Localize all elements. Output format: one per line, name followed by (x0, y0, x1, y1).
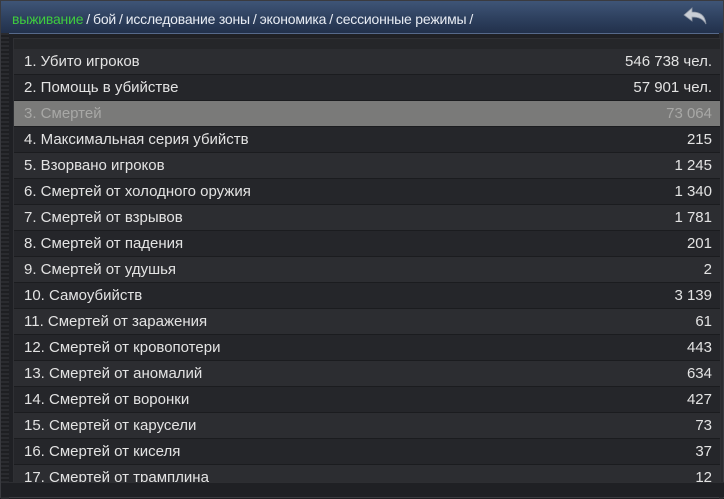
category-tabs: выживание / бой / исследование зоны / экономик… (12, 11, 476, 27)
tab-0[interactable]: выживание (12, 11, 83, 27)
stat-row[interactable]: 15. Смертей от карусели 73 (14, 413, 720, 439)
stat-value: 201 (686, 235, 712, 252)
stats-list[interactable]: 1. Убито игроков 546 738 чел. 2. Помощь в … (13, 38, 721, 486)
stat-value: 443 (686, 339, 712, 356)
stat-value: 2 (703, 261, 712, 278)
stat-row[interactable]: 6. Смертей от холодного оружия 1 340 (14, 179, 720, 205)
tab-separator: / (119, 11, 123, 27)
stat-label: 15. Смертей от карусели (24, 417, 197, 434)
stat-value: 215 (686, 131, 712, 148)
stat-row[interactable]: 9. Смертей от удушья 2 (14, 257, 720, 283)
stat-value: 634 (686, 365, 712, 382)
stats-window: выживание / бой / исследование зоны / экономик… (0, 0, 724, 499)
stat-label: 1. Убито игроков (24, 53, 140, 70)
tab-3[interactable]: экономика (260, 11, 327, 27)
stat-value: 427 (686, 391, 712, 408)
stat-label: 2. Помощь в убийстве (24, 79, 179, 96)
stat-label: 16. Смертей от киселя (24, 443, 181, 460)
stat-label: 6. Смертей от холодного оружия (24, 183, 251, 200)
tab-separator: / (329, 11, 333, 27)
stat-value: 1 340 (674, 183, 712, 200)
stat-row[interactable]: 3. Смертей 73 064 (14, 101, 720, 127)
stat-row[interactable]: 11. Смертей от заражения 61 (14, 309, 720, 335)
tab-separator: / (86, 11, 90, 27)
stat-label: 9. Смертей от удушья (24, 261, 177, 278)
stat-row[interactable]: 4. Максимальная серия убийств 215 (14, 127, 720, 153)
stat-label: 7. Смертей от взрывов (24, 209, 183, 226)
stat-row[interactable]: 10. Самоубийств 3 139 (14, 283, 720, 309)
left-edge-decoration (1, 33, 9, 499)
stat-value: 73 064 (666, 105, 712, 122)
stat-row[interactable]: 1. Убито игроков 546 738 чел. (14, 49, 720, 75)
back-button[interactable] (681, 6, 709, 28)
stat-value: 3 139 (674, 287, 712, 304)
tab-1[interactable]: бой (93, 11, 116, 27)
stat-label: 10. Самоубийств (24, 287, 143, 304)
bottom-edge (1, 482, 724, 497)
stat-label: 4. Максимальная серия убийств (24, 131, 249, 148)
stat-value: 37 (695, 443, 712, 460)
stat-label: 8. Смертей от падения (24, 235, 184, 252)
tab-4[interactable]: сессионные режимы (336, 11, 467, 27)
tab-2[interactable]: исследование зоны (126, 11, 250, 27)
stat-row[interactable]: 8. Смертей от падения 201 (14, 231, 720, 257)
stat-value: 57 901 чел. (633, 79, 712, 96)
tab-separator: / (252, 11, 257, 27)
back-arrow-icon (683, 7, 707, 25)
stat-value: 73 (695, 417, 712, 434)
stat-row[interactable]: 16. Смертей от киселя 37 (14, 439, 720, 465)
stat-row[interactable]: 12. Смертей от кровопотери 443 (14, 335, 720, 361)
stat-value: 1 781 (674, 209, 712, 226)
header-bar: выживание / бой / исследование зоны / экономик… (1, 1, 723, 34)
stat-row[interactable]: 7. Смертей от взрывов 1 781 (14, 205, 720, 231)
stat-label: 12. Смертей от кровопотери (24, 339, 221, 356)
stat-row[interactable]: 5. Взорвано игроков 1 245 (14, 153, 720, 179)
stat-label: 13. Смертей от аномалий (24, 365, 203, 382)
tab-separator: / (469, 11, 474, 27)
stat-row[interactable]: 13. Смертей от аномалий 634 (14, 361, 720, 387)
stat-row[interactable]: 2. Помощь в убийстве 57 901 чел. (14, 75, 720, 101)
stat-value: 546 738 чел. (625, 53, 712, 70)
stat-value: 61 (695, 313, 712, 330)
stat-row[interactable]: 14. Смертей от воронки 427 (14, 387, 720, 413)
stat-label: 3. Смертей (24, 105, 102, 122)
stat-label: 11. Смертей от заражения (24, 313, 208, 330)
stat-value: 1 245 (674, 157, 712, 174)
stat-label: 14. Смертей от воронки (24, 391, 190, 408)
stat-label: 5. Взорвано игроков (24, 157, 165, 174)
